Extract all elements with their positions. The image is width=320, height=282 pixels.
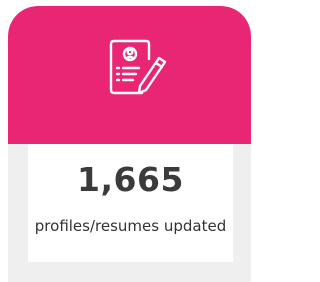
card-body: 1,665 profiles/resumes updated	[28, 144, 233, 262]
stat-label: profiles/resumes updated	[34, 217, 227, 235]
resume-edit-icon	[106, 37, 170, 99]
stat-value: 1,665	[77, 160, 184, 199]
card-header	[8, 6, 251, 144]
stat-card: 1,665 profiles/resumes updated	[8, 6, 251, 282]
